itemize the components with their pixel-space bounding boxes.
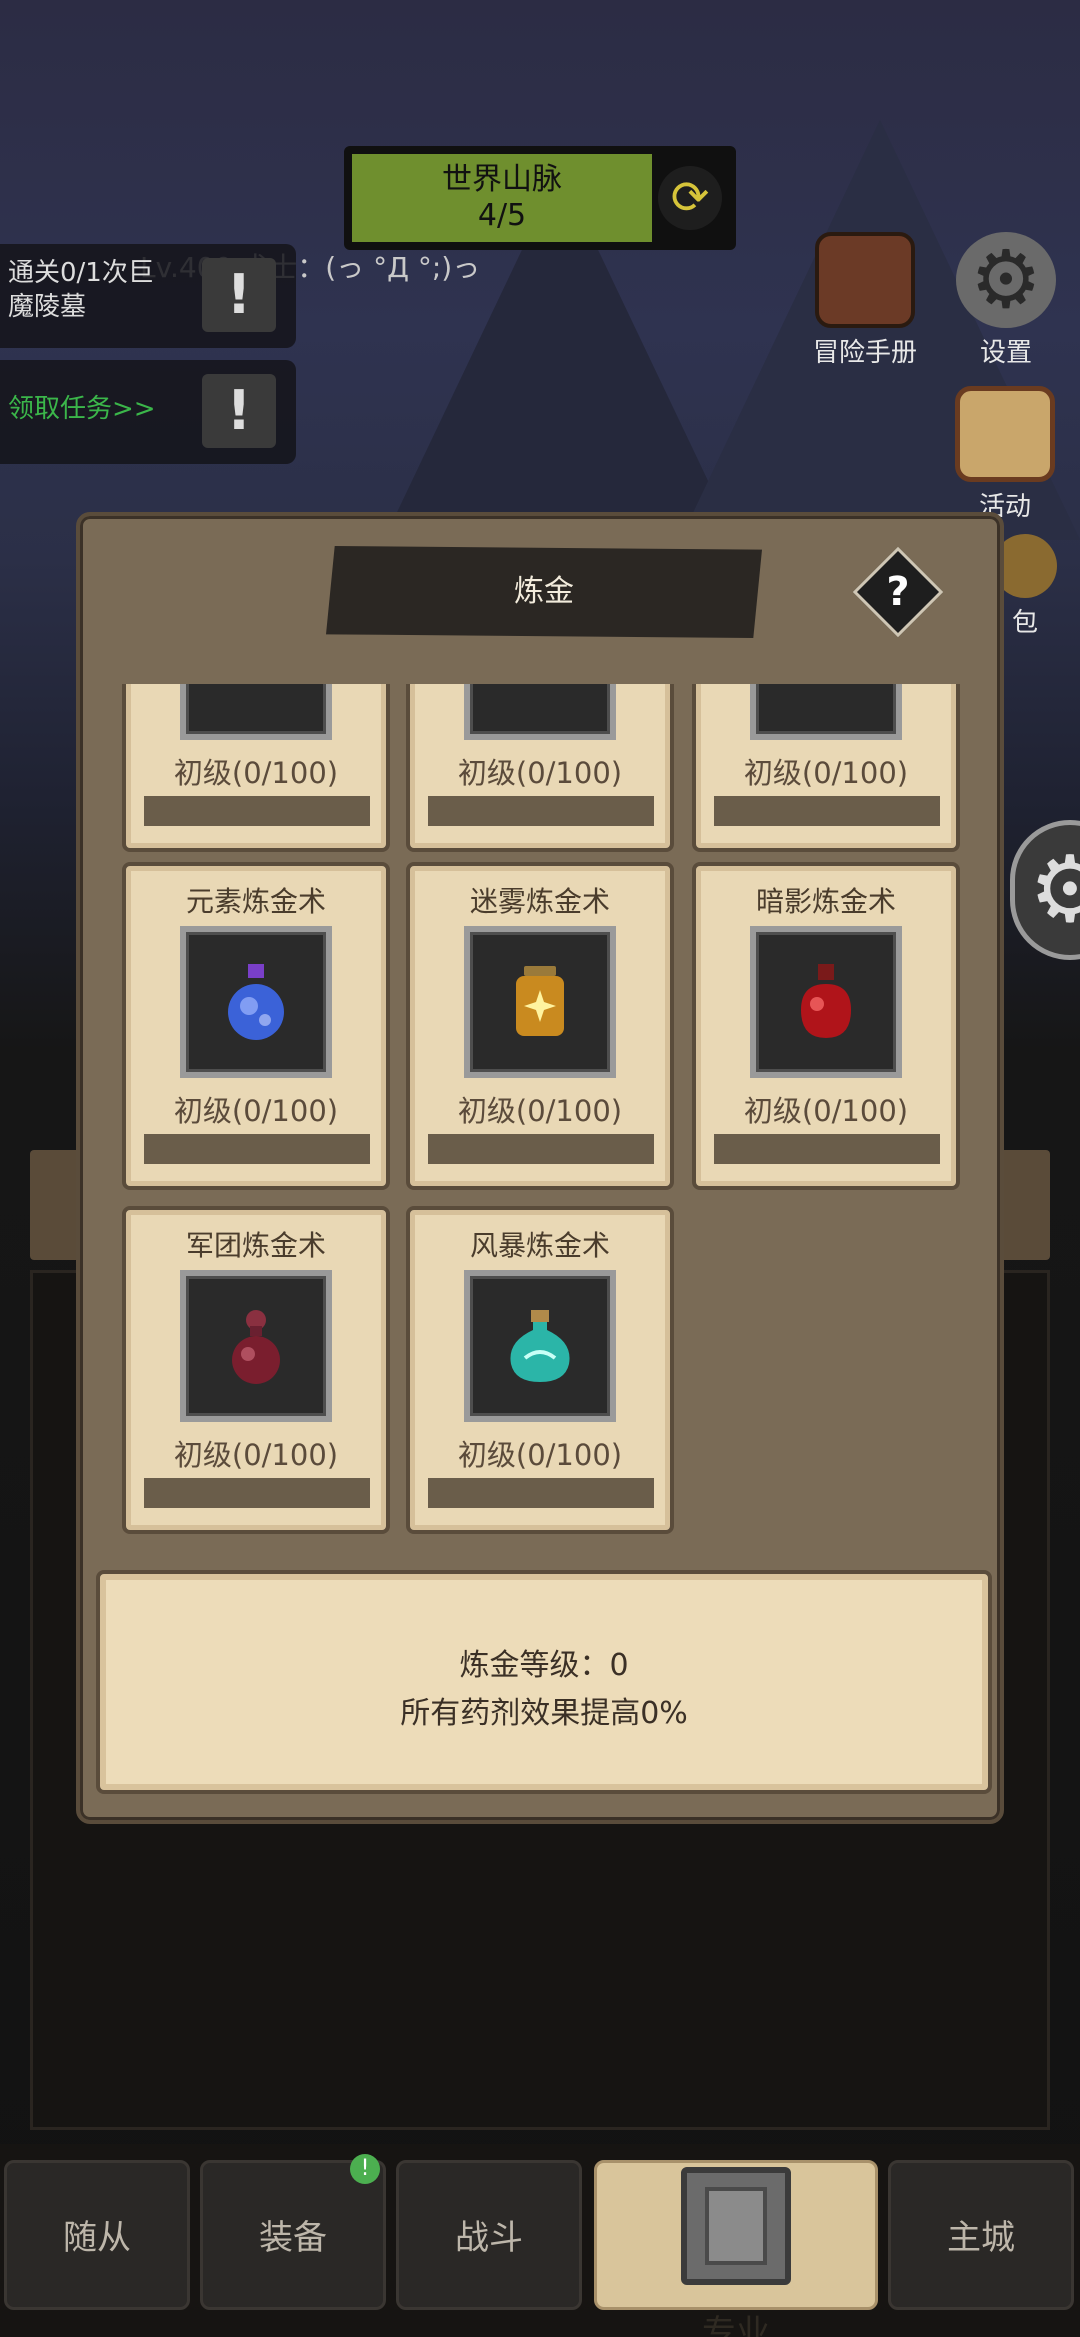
gear-icon: ⚙ [956,232,1056,328]
alchemy-card-legion[interactable]: 军团炼金术 初级(0/100) [122,1206,390,1534]
card-progress-bar [428,1478,654,1508]
alchemy-dialog: 炼金 ? 初级(0/100) 初级(0/100) 初级(0/100) 元素炼金术… [76,512,1004,1824]
dark-red-flask-icon [232,1310,280,1384]
tab-followers[interactable]: 随从 [4,2160,190,2310]
adventure-manual-label: 冒险手册 [812,338,917,368]
exclamation-icon: ! [202,258,276,332]
card-level: 初级(0/100) [173,1438,339,1472]
adventure-manual-button[interactable]: 冒险手册 [800,232,930,369]
tab-battle[interactable]: 战斗 [396,2160,582,2310]
blue-flask-icon [228,964,284,1040]
zone-progress-fill: 世界山脉 4/5 [352,154,652,242]
card-progress-bar [714,796,940,826]
zone-progress: 4/5 [477,198,527,233]
quest-claim[interactable]: 领取任务>> ! [0,360,296,464]
potion-slot [750,926,902,1078]
card-level: 初级(0/100) [457,1438,623,1472]
card-progress-bar [144,1134,370,1164]
card-progress-bar [144,1478,370,1508]
card-level: 初级(0/100) [173,756,339,790]
card-level: 初级(0/100) [457,1094,623,1128]
exclamation-icon: ! [202,374,276,448]
alchemy-card-mist[interactable]: 迷雾炼金术 初级(0/100) [406,862,674,1190]
card-progress-bar [428,796,654,826]
zone-progress-bar[interactable]: 世界山脉 4/5 ⟳ [344,146,736,250]
potion-slot [180,926,332,1078]
card-name: 风暴炼金术 [469,1229,610,1262]
alchemy-card[interactable]: 初级(0/100) [692,684,960,852]
card-level: 初级(0/100) [743,756,909,790]
card-progress-bar [714,1134,940,1164]
quest-tracker[interactable]: 通关0/1次巨魔陵墓 ! [0,244,296,348]
help-button[interactable]: ? [852,546,944,638]
teal-potion-icon [510,1310,570,1382]
potion-slot [180,684,332,740]
potion-slot [464,684,616,740]
tab-profession[interactable]: 专业 [594,2160,878,2337]
question-icon: ? [886,569,910,615]
auto-gear-icon[interactable]: ⚙ [1010,820,1080,960]
bottom-nav: 随从 装备 战斗 专业 主城 [0,2144,1080,2337]
potion-slot [464,926,616,1078]
golden-jar-icon [516,966,564,1036]
alchemy-card[interactable]: 初级(0/100) [406,684,674,852]
alchemy-info-panel: 炼金等级：0 所有药剂效果提高0% [96,1570,992,1794]
refresh-icon[interactable]: ⟳ [658,166,722,230]
card-progress-bar [144,796,370,826]
profession-book-icon [681,2167,791,2285]
scroll-icon [955,386,1055,482]
alchemy-card-storm[interactable]: 风暴炼金术 初级(0/100) [406,1206,674,1534]
card-name: 军团炼金术 [185,1229,326,1262]
alchemy-grid[interactable]: 初级(0/100) 初级(0/100) 初级(0/100) 元素炼金术 初级(0… [122,684,970,1552]
tab-label: 主城 [947,2218,1015,2258]
card-name: 暗影炼金术 [755,885,896,918]
card-level: 初级(0/100) [743,1094,909,1128]
potion-slot [464,1270,616,1422]
alchemy-card[interactable]: 初级(0/100) [122,684,390,852]
game-screen: 世界山脉 4/5 ⟳ Lv.400 术士：(っ °Д °;)っ 通关0/1次巨魔… [0,0,1080,2337]
tab-label: 装备 [259,2218,327,2258]
zone-name: 世界山脉 [442,162,562,197]
dialog-title: 炼金 [326,546,762,638]
card-name: 元素炼金术 [185,885,326,918]
alchemy-card-elemental[interactable]: 元素炼金术 初级(0/100) [122,862,390,1190]
alchemy-level: 炼金等级：0 [459,1648,629,1683]
tab-label: 专业 [702,2313,770,2337]
settings-label: 设置 [979,338,1032,368]
events-button[interactable]: 活动 [940,386,1070,523]
red-potion-icon [801,964,851,1038]
tab-main-city[interactable]: 主城 [888,2160,1074,2310]
notification-badge: ! [350,2154,380,2184]
settings-button[interactable]: ⚙ 设置 [946,232,1066,369]
card-level: 初级(0/100) [173,1094,339,1128]
card-name: 迷雾炼金术 [469,885,610,918]
alchemy-card-shadow[interactable]: 暗影炼金术 初级(0/100) [692,862,960,1190]
book-icon [815,232,915,328]
tab-label: 战斗 [455,2218,523,2258]
card-progress-bar [428,1134,654,1164]
quest-text: 通关0/1次巨魔陵墓 [8,258,154,322]
potion-effect-bonus: 所有药剂效果提高0% [400,1696,688,1731]
tab-label: 随从 [63,2218,131,2258]
card-level: 初级(0/100) [457,756,623,790]
potion-slot [750,684,902,740]
potion-slot [180,1270,332,1422]
